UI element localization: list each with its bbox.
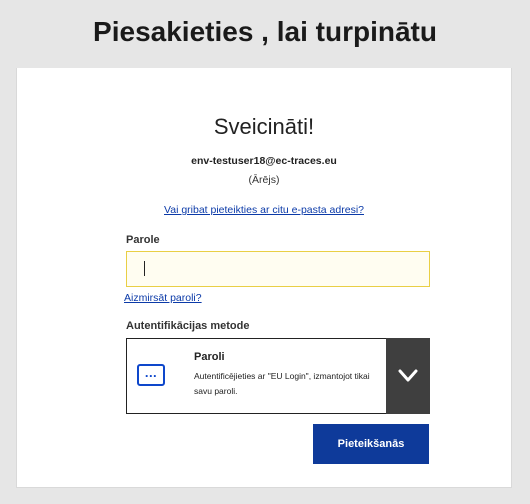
password-input[interactable] <box>126 251 430 287</box>
user-type: (Ārējs) <box>248 174 280 186</box>
login-card: Sveicināti! env-testuser18@ec-traces.eu … <box>16 68 512 488</box>
user-email: env-testuser18@ec-traces.eu <box>191 155 337 167</box>
welcome-heading: Sveicināti! <box>213 114 315 139</box>
auth-method-description: Autentificējieties ar "EU Login", izmant… <box>194 371 370 396</box>
forgot-password-link[interactable]: Aizmirsāt paroli? <box>124 292 202 304</box>
submit-button[interactable]: Pieteikšanās <box>313 424 429 464</box>
alternate-email-link[interactable]: Vai gribat pieteikties ar citu e-pasta a… <box>17 204 511 216</box>
chevron-down-icon <box>398 369 418 382</box>
auth-method-label: Autentifikācijas metode <box>126 320 250 332</box>
password-label: Parole <box>126 234 160 246</box>
password-icon: ... <box>137 364 165 386</box>
auth-method-toggle[interactable] <box>386 338 430 414</box>
auth-method-select[interactable]: ... Paroli Autentificējieties ar "EU Log… <box>126 338 430 414</box>
page-title: Piesakieties , lai turpinātu <box>93 16 437 47</box>
auth-method-title: Paroli <box>194 351 225 363</box>
page-header: Piesakieties , lai turpinātu <box>0 0 530 70</box>
text-caret <box>144 261 145 276</box>
